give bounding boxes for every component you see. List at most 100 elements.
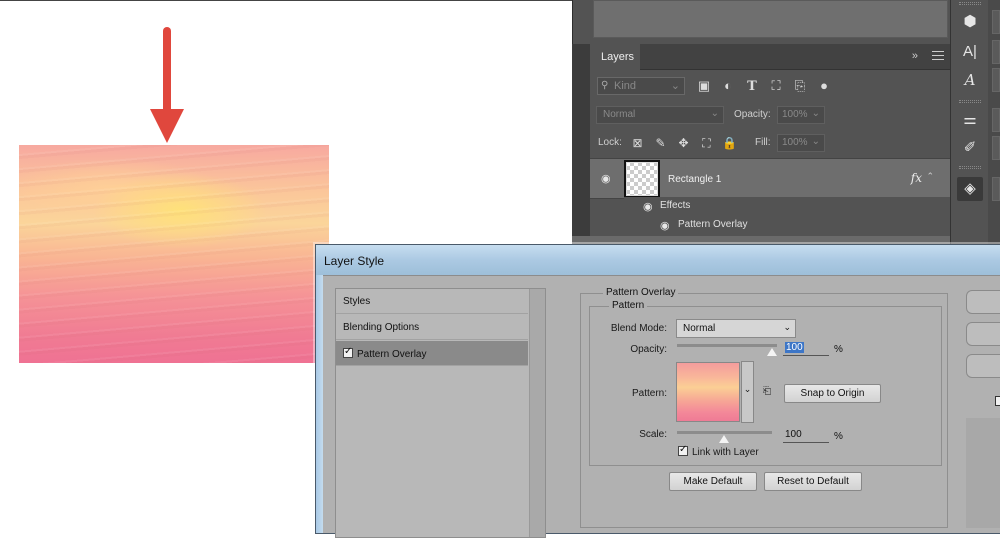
preview-checkbox[interactable] [995, 396, 1000, 406]
type-filter-icon[interactable]: T [740, 77, 764, 97]
style-item-label: Styles [343, 296, 371, 307]
layers-panel: Layers » ⚲ Kind ⌄ ▣ ◐ T ⛶ ⎘ ● Normal ⌄ Opacit… [590, 44, 950, 254]
dialog-client: Styles Blending Options Pattern Overlay … [323, 275, 1000, 538]
layer-fill-field[interactable]: 100% ⌄ [777, 134, 825, 152]
scale-slider-track[interactable] [677, 431, 772, 434]
blend-row: Normal ⌄ Opacity: 100% ⌄ [590, 102, 950, 128]
style-item-blending-options[interactable]: Blending Options [336, 315, 528, 340]
panel-icon-strip: ⬢ A| A ⚌ ✐ ◈ [950, 0, 988, 250]
new-preset-icon[interactable]: ⎗ [763, 386, 771, 397]
style-preview-box [966, 418, 1000, 528]
link-with-layer-label: Link with Layer [692, 447, 759, 458]
filter-toggle-icon[interactable]: ● [812, 76, 836, 96]
section-title: Pattern Overlay [603, 287, 679, 298]
brush-settings-icon[interactable]: ✐ [957, 136, 983, 160]
opacity-slider-thumb[interactable] [767, 348, 777, 356]
scale-unit: % [834, 431, 843, 442]
cancel-button[interactable] [966, 322, 1000, 346]
pattern-picker-dropdown[interactable]: ⌄ [741, 361, 754, 423]
style-item-label: Pattern Overlay [357, 349, 427, 360]
pattern-overlay-checkbox[interactable] [343, 346, 353, 358]
smart-object-filter-icon[interactable]: ⎘ [788, 76, 812, 96]
visibility-eye-icon[interactable]: ◉ [601, 172, 611, 185]
search-icon: ⚲ [601, 80, 609, 91]
blend-mode-value: Normal [683, 323, 716, 334]
properties-icon[interactable]: ⚌ [957, 108, 983, 132]
opacity-label: Opacity: [734, 109, 771, 120]
scale-input[interactable]: 100 [783, 429, 829, 443]
filter-row: ⚲ Kind ⌄ ▣ ◐ T ⛶ ⎘ ● [590, 72, 950, 98]
watercolor-texture-image [19, 145, 329, 363]
fill-value: 100% [782, 137, 808, 148]
chevron-down-icon: ⌄ [670, 80, 680, 92]
lock-image-icon[interactable]: ✎ [649, 133, 672, 153]
effects-label: Effects [660, 200, 691, 211]
layer-row-rectangle[interactable]: ◉ Rectangle 1 fx ⌃ [590, 158, 950, 199]
collapse-icon[interactable]: » [912, 50, 918, 62]
kind-placeholder: Kind [614, 80, 637, 92]
make-default-button[interactable]: Make Default [669, 472, 757, 491]
link-with-layer-option[interactable]: Link with Layer [678, 444, 759, 458]
subsection-title: Pattern [609, 300, 648, 311]
effect-pattern-overlay-row[interactable]: ◉ Pattern Overlay [624, 216, 950, 235]
image-filter-icon[interactable]: ▣ [692, 76, 716, 96]
style-item-pattern-overlay[interactable]: Pattern Overlay [336, 341, 528, 366]
scale-label: Scale: [639, 429, 667, 440]
opacity-label: Opacity: [630, 344, 667, 355]
top-panel [572, 0, 950, 44]
pattern-overlay-eye-icon[interactable]: ◉ [660, 219, 670, 232]
pattern-label: Pattern: [631, 388, 667, 399]
effects-eye-icon[interactable]: ◉ [643, 200, 653, 213]
scale-value: 100 [785, 429, 802, 440]
chevron-up-icon[interactable]: ⌃ [926, 171, 934, 182]
effects-row[interactable]: ◉ Effects [624, 197, 950, 216]
glyphs-icon[interactable]: A [957, 68, 983, 92]
dialog-blend-mode-select[interactable]: Normal ⌄ [676, 319, 796, 338]
chevron-down-icon: ⌄ [710, 108, 719, 119]
new-style-button[interactable] [966, 354, 1000, 378]
chevron-down-icon: ⌄ [743, 384, 752, 394]
opacity-slider-track[interactable] [677, 344, 777, 347]
kind-filter-select[interactable]: ⚲ Kind ⌄ [597, 77, 685, 95]
snap-to-origin-button[interactable]: Snap to Origin [784, 384, 881, 403]
link-with-layer-checkbox[interactable] [678, 444, 688, 456]
chevron-down-icon: ⌄ [811, 108, 820, 119]
styles-list: Styles Blending Options Pattern Overlay [335, 288, 546, 538]
adjustment-filter-icon[interactable]: ◐ [716, 76, 740, 96]
lock-transparent-icon[interactable]: ⊠ [626, 133, 649, 153]
panel-menu-icon[interactable] [932, 51, 944, 63]
effect-name: Pattern Overlay [678, 219, 748, 230]
layer-blend-mode-select[interactable]: Normal ⌄ [596, 106, 724, 124]
lock-label: Lock: [598, 137, 622, 148]
red-down-arrow [150, 27, 184, 143]
style-item-label: Blending Options [343, 322, 420, 333]
lock-row: Lock: ⊠ ✎ ✥ ⛶ 🔒 Fill: 100% ⌄ [590, 130, 950, 156]
opacity-input[interactable]: 100 [783, 342, 829, 356]
3d-icon[interactable]: ⬢ [957, 10, 983, 34]
layer-style-dialog: Layer Style Styles Blending Options Patt… [315, 244, 1000, 538]
dialog-titlebar[interactable]: Layer Style [316, 245, 1000, 275]
reset-to-default-button[interactable]: Reset to Default [764, 472, 862, 491]
shape-filter-icon[interactable]: ⛶ [764, 76, 788, 96]
pattern-swatch[interactable] [676, 362, 740, 422]
fx-icon[interactable]: fx [911, 171, 922, 185]
layer-opacity-field[interactable]: 100% ⌄ [777, 106, 825, 124]
tab-layers[interactable]: Layers [590, 44, 640, 70]
opacity-value: 100 [785, 342, 804, 353]
fill-label: Fill: [755, 137, 771, 148]
dialog-title: Layer Style [324, 254, 385, 268]
layer-name: Rectangle 1 [668, 174, 722, 185]
ok-button[interactable] [966, 290, 1000, 314]
character-icon[interactable]: A| [957, 40, 983, 64]
scale-slider-thumb[interactable] [719, 435, 729, 443]
lock-artboard-icon[interactable]: ⛶ [695, 133, 718, 153]
chevron-down-icon: ⌄ [783, 322, 791, 332]
layers-panel-tabs: Layers » [590, 44, 950, 70]
far-right-panel [988, 0, 1000, 250]
layers-icon[interactable]: ◈ [957, 177, 983, 201]
style-item-styles[interactable]: Styles [336, 289, 528, 314]
lock-all-icon[interactable]: 🔒 [718, 133, 741, 153]
styles-list-scrollbar[interactable] [529, 289, 545, 537]
chevron-down-icon: ⌄ [811, 136, 820, 147]
lock-position-icon[interactable]: ✥ [672, 133, 695, 153]
